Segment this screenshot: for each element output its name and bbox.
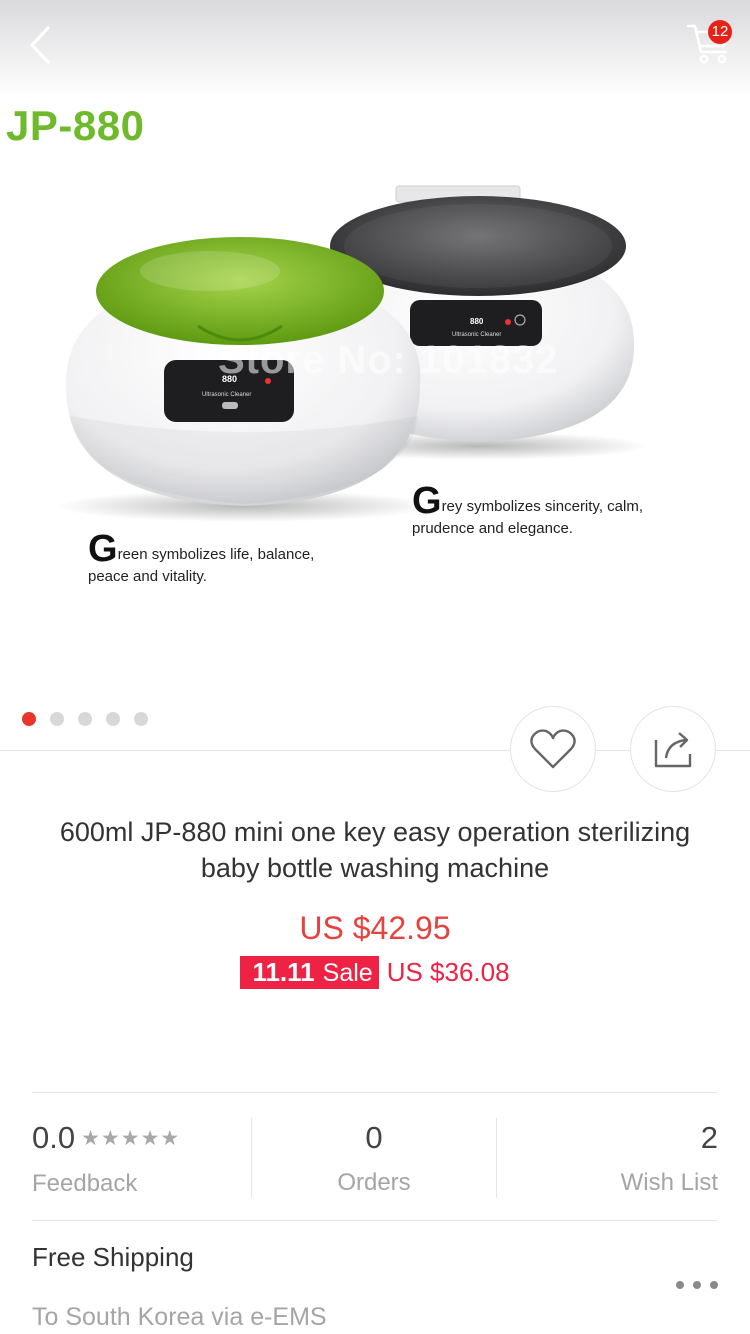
carousel-indicator [22, 712, 148, 726]
carousel-dot[interactable] [78, 712, 92, 726]
cart-button[interactable]: 12 [684, 18, 736, 68]
product-photo: 880 Ultrasonic Cleaner 880 Ultrasonic Cl… [55, 185, 650, 522]
caption-grey: Grey symbolizes sincerity, calm, prudenc… [412, 482, 672, 540]
share-button[interactable] [630, 706, 716, 792]
store-watermark: Store No: 101832 [218, 338, 559, 382]
more-dots-icon[interactable] [676, 1270, 718, 1300]
carousel-dot[interactable] [50, 712, 64, 726]
product-title: 600ml JP-880 mini one key easy operation… [59, 817, 691, 883]
top-bar: 12 [0, 0, 750, 96]
feedback-stat[interactable]: 0.0 ★★★★★ Feedback [32, 1118, 252, 1198]
model-title: JP-880 [6, 102, 145, 149]
wishlist-label: Wish List [620, 1169, 718, 1196]
cart-count-badge: 12 [708, 20, 732, 44]
share-icon [654, 732, 692, 768]
feedback-label: Feedback [32, 1170, 138, 1197]
rating-stars: ★★★★★ [81, 1127, 181, 1150]
product-image-carousel[interactable]: 880 Ultrasonic Cleaner 880 Ultrasonic Cl… [0, 96, 750, 696]
carousel-dot[interactable] [106, 712, 120, 726]
sale-price: US $36.08 [386, 957, 510, 987]
original-price: US $42.95 [299, 910, 451, 946]
divider [32, 1092, 718, 1093]
divider [32, 1220, 718, 1221]
product-stats: 0.0 ★★★★★ Feedback 0 Orders 2 Wish List [32, 1118, 718, 1198]
caption-green: Green symbolizes life, balance, peace an… [88, 530, 358, 588]
caption-grey-initial: G [412, 480, 442, 522]
orders-stat[interactable]: 0 Orders [252, 1118, 496, 1198]
sale-word: Sale [322, 959, 373, 987]
device-left-sub: Ultrasonic Cleaner [202, 392, 251, 398]
orders-label: Orders [337, 1169, 411, 1196]
wishlist-value: 2 [700, 1120, 718, 1155]
caption-green-initial: G [88, 528, 118, 570]
back-button[interactable] [22, 22, 62, 68]
feedback-value: 0.0 [32, 1120, 76, 1155]
add-to-wishlist-button[interactable] [510, 706, 596, 792]
carousel-dot[interactable] [134, 712, 148, 726]
sale-event-label: 11.11 [252, 957, 315, 987]
device-right-label: 880 [470, 317, 484, 326]
shipping-subtitle: To South Korea via e-EMS [32, 1303, 327, 1331]
caption-green-text: reen symbolizes life, balance, peace and… [88, 546, 315, 585]
carousel-dot[interactable] [22, 712, 36, 726]
chevron-left-icon [30, 26, 50, 64]
sale-badge: 11.11 Sale [240, 956, 379, 989]
wishlist-stat[interactable]: 2 Wish List [496, 1118, 718, 1198]
shipping-title: Free Shipping [32, 1242, 194, 1272]
sale-row: 11.11 Sale US $36.08 [0, 956, 750, 989]
caption-grey-text: rey symbolizes sincerity, calm, prudence… [412, 498, 643, 537]
orders-value: 0 [365, 1120, 383, 1155]
heart-icon [530, 729, 576, 769]
